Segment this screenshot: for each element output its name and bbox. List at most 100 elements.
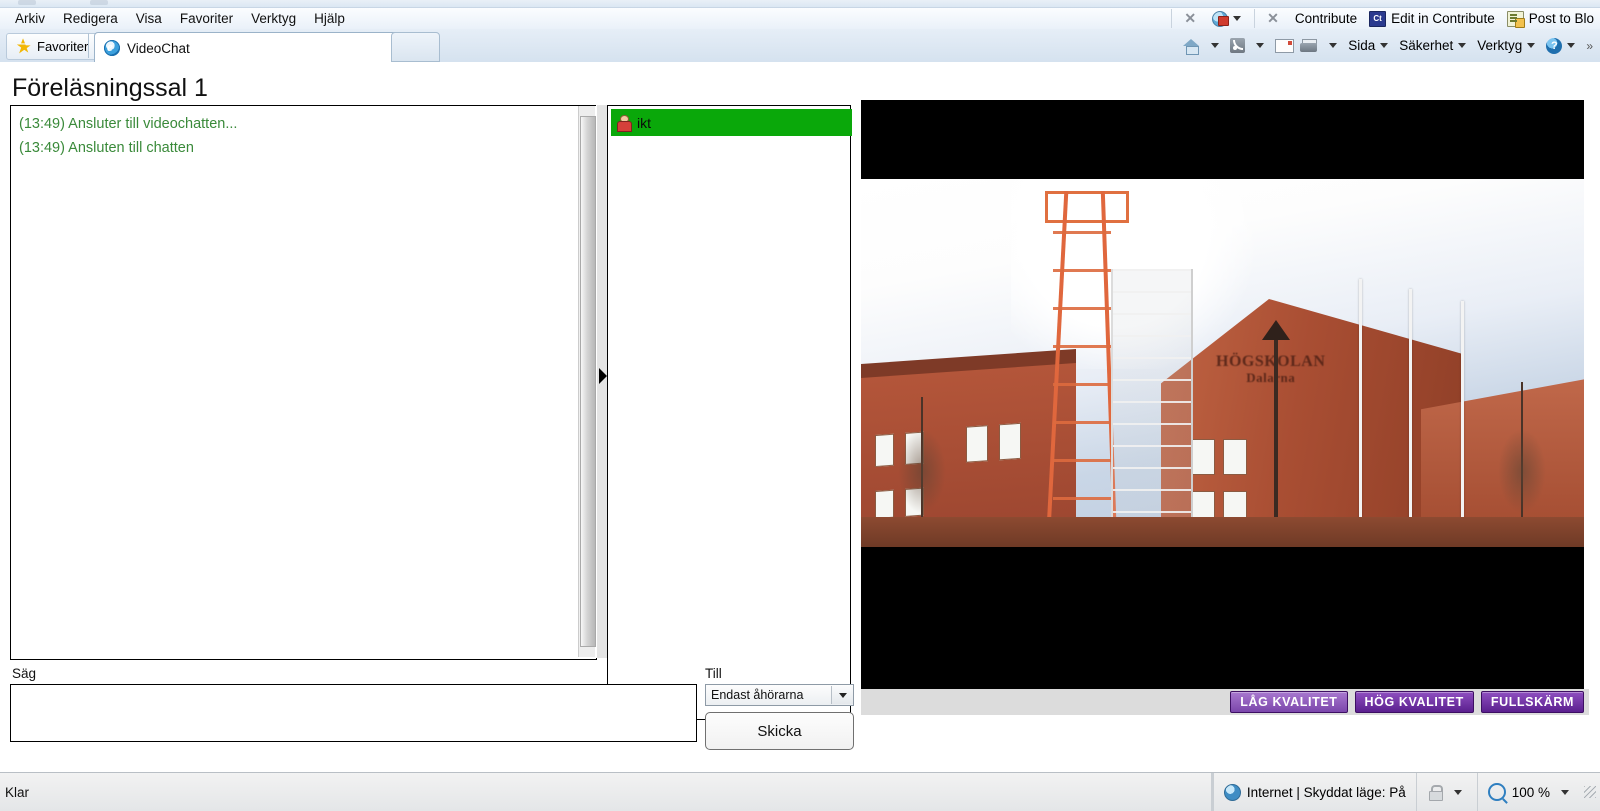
- mail-icon: [1275, 38, 1295, 53]
- user-list: ikt: [607, 105, 852, 720]
- zoom-control[interactable]: 100 %: [1476, 773, 1584, 811]
- overflow-icon: »: [1586, 38, 1593, 53]
- edit-in-contribute-button[interactable]: Ct Edit in Contribute: [1363, 8, 1501, 29]
- menu-bar-right-toolbar: ✕ ✕ Contribute Ct Edit in Contribute Pos…: [1169, 8, 1600, 29]
- scrollbar-thumb[interactable]: [580, 116, 596, 647]
- security-zone-label: Internet | Skyddat läge: På: [1246, 784, 1406, 800]
- chevron-down-icon: [1567, 43, 1576, 48]
- blog-icon: [1506, 10, 1525, 28]
- video-quality-toolbar: LÅG KVALITET HÖG KVALITET FULLSKÄRM: [861, 689, 1589, 715]
- street-lamp: [1274, 334, 1278, 547]
- tab-bar: Favoriter VideoChat Sida Säkerhet: [0, 29, 1600, 63]
- chevron-down-icon: [1256, 43, 1265, 48]
- home-button[interactable]: [1180, 31, 1203, 60]
- page-title: Föreläsningssal 1: [12, 74, 208, 102]
- scaffolding: [1111, 269, 1193, 547]
- chat-message: (13:49) Ansluter till videochatten...: [19, 116, 238, 132]
- chevron-down-icon: [1458, 43, 1467, 48]
- internet-zone-icon: [1223, 783, 1241, 801]
- security-zone[interactable]: Internet | Skyddat läge: På: [1212, 773, 1416, 811]
- contribute-label: Contribute: [1294, 11, 1358, 26]
- chevron-down-icon: [1233, 16, 1242, 21]
- feeds-button[interactable]: [1227, 31, 1248, 60]
- mail-button[interactable]: [1272, 31, 1297, 60]
- menu-item-hjalp[interactable]: Hjälp: [305, 11, 354, 26]
- menu-item-favoriter[interactable]: Favoriter: [171, 11, 242, 26]
- recipient-selected-value: Endast åhörarna: [711, 688, 804, 702]
- flag-pole: [1409, 289, 1412, 547]
- recipient-select[interactable]: Endast åhörarna: [705, 684, 854, 706]
- low-quality-button[interactable]: LÅG KVALITET: [1230, 691, 1348, 713]
- favorites-label: Favoriter: [37, 39, 89, 54]
- expand-right-arrow-icon[interactable]: [599, 368, 607, 384]
- page-menu-button[interactable]: Sida: [1345, 31, 1396, 60]
- say-label: Säg: [12, 666, 37, 681]
- command-bar-overflow[interactable]: »: [1583, 31, 1596, 60]
- flag-pole: [1359, 279, 1362, 547]
- browser-window: Arkiv Redigera Visa Favoriter Verktyg Hj…: [0, 0, 1600, 811]
- high-quality-button[interactable]: HÖG KVALITET: [1354, 691, 1474, 713]
- send-button[interactable]: Skicka: [705, 712, 854, 750]
- user-name: ikt: [637, 114, 651, 131]
- tools-menu-label: Verktyg: [1477, 38, 1523, 53]
- contribute-icon: Ct: [1369, 10, 1387, 27]
- post-to-blog-label: Post to Blo: [1528, 11, 1594, 26]
- tools-menu-button[interactable]: Verktyg: [1474, 31, 1543, 60]
- contribute-button[interactable]: Contribute: [1289, 8, 1363, 29]
- video-panel[interactable]: HÖGSKOLAN Dalarna LÅG KVALITET HÖG KVALI…: [861, 100, 1589, 715]
- menu-item-visa[interactable]: Visa: [127, 11, 171, 26]
- chevron-down-icon: [1453, 789, 1462, 795]
- post-to-blog-button[interactable]: Post to Blo: [1501, 8, 1600, 29]
- globe-pdf-icon: [1212, 10, 1230, 27]
- close-icon: ✕: [1184, 10, 1197, 26]
- feeds-dropdown[interactable]: [1248, 31, 1272, 60]
- protected-mode-indicator[interactable]: [1415, 773, 1477, 811]
- person-icon: [616, 115, 632, 132]
- toolbar-close-button[interactable]: ✕: [1174, 8, 1206, 29]
- scroll-up-arrow[interactable]: [579, 106, 595, 116]
- zoom-icon: [1487, 783, 1506, 801]
- chevron-down-icon[interactable]: [831, 686, 853, 704]
- menu-bar: Arkiv Redigera Visa Favoriter Verktyg Hj…: [0, 8, 1600, 29]
- scroll-down-arrow[interactable]: [579, 647, 595, 657]
- help-icon: ?: [1546, 37, 1563, 54]
- chevron-down-icon: [1211, 43, 1220, 48]
- close-icon-contribute: ✕: [1267, 10, 1279, 26]
- building-sign: HÖGSKOLAN Dalarna: [1216, 353, 1326, 385]
- menu-item-redigera[interactable]: Redigera: [54, 11, 127, 26]
- status-bar: Klar Internet | Skyddat läge: På 100 %: [0, 772, 1600, 811]
- page-menu-label: Sida: [1348, 38, 1376, 53]
- home-icon: [1183, 38, 1200, 55]
- menu-items: Arkiv Redigera Visa Favoriter Verktyg Hj…: [6, 8, 354, 29]
- sign-line-1: HÖGSKOLAN: [1216, 353, 1326, 370]
- tab-label: VideoChat: [127, 40, 190, 56]
- internet-explorer-icon: [104, 39, 120, 56]
- chat-scrollbar[interactable]: [578, 106, 596, 657]
- new-tab-button[interactable]: [391, 32, 440, 62]
- flag-pole: [1461, 301, 1464, 547]
- chat-transcript: (13:49) Ansluter till videochatten... (1…: [10, 105, 597, 660]
- help-menu-button[interactable]: ?: [1543, 31, 1583, 60]
- window-chrome-sliver: [0, 0, 1600, 8]
- chat-message: (13:49) Ansluten till chatten: [19, 140, 194, 156]
- video-letterbox: HÖGSKOLAN Dalarna: [861, 100, 1584, 715]
- home-dropdown[interactable]: [1203, 31, 1227, 60]
- sign-line-2: Dalarna: [1246, 369, 1296, 385]
- list-item[interactable]: ikt: [611, 109, 852, 136]
- message-input[interactable]: [10, 684, 697, 742]
- menu-item-arkiv[interactable]: Arkiv: [6, 11, 54, 26]
- tab-bar-divider: [88, 33, 89, 58]
- safety-menu-button[interactable]: Säkerhet: [1396, 31, 1474, 60]
- to-label: Till: [705, 666, 722, 681]
- favorites-button[interactable]: Favoriter: [6, 33, 100, 60]
- menu-item-verktyg[interactable]: Verktyg: [242, 11, 305, 26]
- web-capture-button[interactable]: [1206, 8, 1252, 29]
- star-icon: [16, 40, 32, 53]
- tab-videochat[interactable]: VideoChat: [94, 32, 401, 63]
- resize-grip[interactable]: [1584, 786, 1596, 798]
- fullscreen-button[interactable]: FULLSKÄRM: [1480, 691, 1584, 713]
- contribute-close-button[interactable]: ✕: [1257, 8, 1289, 29]
- print-dropdown[interactable]: [1321, 31, 1345, 60]
- menu-divider-2: [1254, 9, 1256, 28]
- print-button[interactable]: [1297, 31, 1321, 60]
